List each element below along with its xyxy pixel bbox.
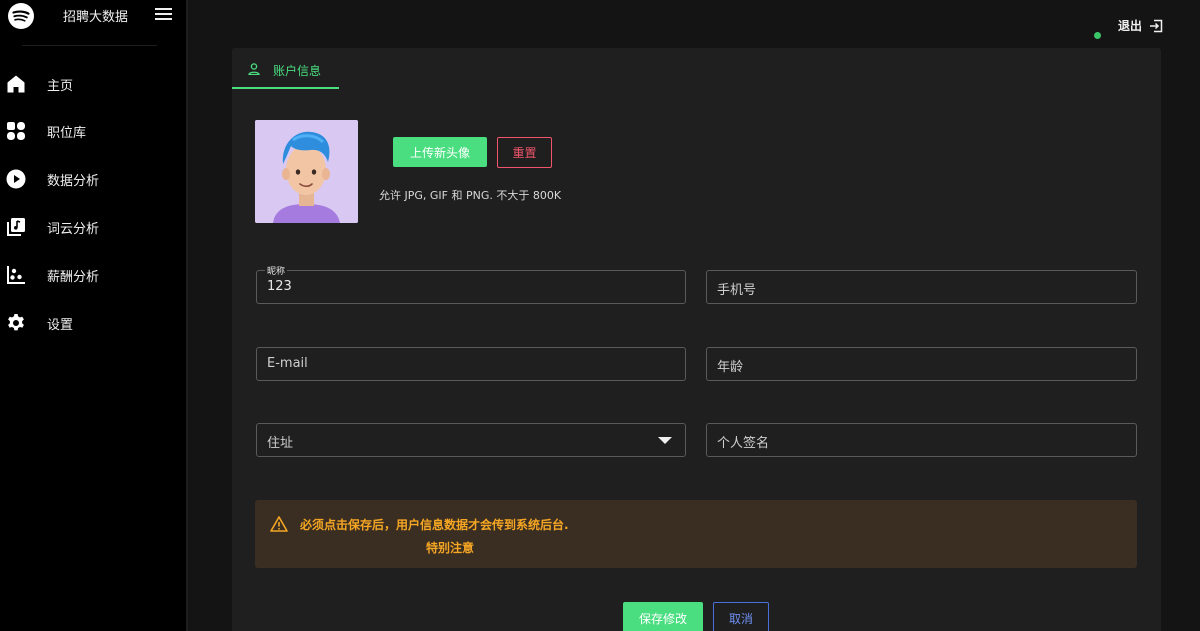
sidebar-item-home[interactable]: 主页 (0, 66, 186, 102)
signature-placeholder: 个人签名 (717, 436, 770, 451)
sidebar-item-label: 设置 (47, 317, 74, 333)
sidebar-item-salary[interactable]: 薪酬分析 (0, 257, 186, 293)
library-icon (7, 218, 25, 236)
tab-account-info[interactable]: 账户信息 (232, 48, 339, 90)
app-root: 招聘大数据 主页 职位库 数据分析 词云分析 薪酬分析 设置 退出 账户信息 上… (0, 0, 1200, 631)
nickname-value: 123 (267, 279, 292, 294)
nickname-label: 昵称 (265, 264, 288, 277)
reset-avatar-button[interactable]: 重置 (497, 137, 552, 168)
alert-message: 必须点击保存后，用户信息数据才会传到系统后台. (300, 518, 569, 532)
alert-note: 特别注意 (426, 541, 475, 555)
play-circle-icon (6, 169, 26, 189)
tab-label: 账户信息 (273, 64, 322, 78)
sidebar-item-jobs[interactable]: 职位库 (0, 113, 186, 149)
avatar (255, 120, 358, 223)
tab-active-indicator (232, 87, 339, 89)
grid-icon (7, 122, 25, 140)
sidebar-item-settings[interactable]: 设置 (0, 305, 186, 341)
sidebar-item-label: 主页 (47, 78, 74, 94)
sidebar-divider (22, 45, 157, 46)
sidebar-border (186, 0, 188, 631)
account-card: 账户信息 上传新头像 重置 允许 JPG, GIF 和 PNG. 不大于 800… (232, 48, 1161, 631)
sidebar-item-wordcloud[interactable]: 词云分析 (0, 209, 186, 245)
upload-hint: 允许 JPG, GIF 和 PNG. 不大于 800K (379, 189, 562, 202)
hamburger-menu-icon[interactable] (155, 8, 172, 22)
nickname-field[interactable]: 昵称 123 (256, 264, 686, 304)
warning-icon (270, 516, 288, 532)
home-icon (7, 75, 25, 93)
sidebar-item-label: 职位库 (47, 125, 87, 141)
signature-field[interactable]: 个人签名 (706, 423, 1137, 457)
address-select[interactable]: 住址 (256, 423, 686, 457)
warning-alert: 必须点击保存后，用户信息数据才会传到系统后台. 特别注意 (255, 500, 1137, 568)
scatter-icon (7, 266, 25, 284)
user-icon (248, 63, 260, 75)
phone-field[interactable]: 手机号 (706, 270, 1137, 304)
sidebar: 招聘大数据 主页 职位库 数据分析 词云分析 薪酬分析 设置 (0, 0, 186, 631)
phone-placeholder: 手机号 (717, 283, 757, 298)
online-status-dot (1094, 32, 1101, 39)
logout-button[interactable]: 退出 (1118, 17, 1163, 34)
age-field[interactable]: 年龄 (706, 347, 1137, 381)
upload-avatar-button[interactable]: 上传新头像 (393, 137, 487, 167)
sidebar-item-label: 数据分析 (47, 173, 100, 189)
cancel-button[interactable]: 取消 (713, 602, 769, 631)
avatar-illustration (255, 120, 358, 223)
sidebar-item-analytics[interactable]: 数据分析 (0, 161, 186, 197)
save-button[interactable]: 保存修改 (623, 602, 703, 631)
sidebar-item-label: 词云分析 (47, 221, 100, 237)
spotify-logo-icon[interactable] (7, 2, 35, 30)
email-placeholder: E-mail (267, 356, 308, 371)
logout-label: 退出 (1118, 19, 1143, 33)
chevron-down-icon (658, 437, 672, 444)
logout-icon (1150, 19, 1163, 32)
age-placeholder: 年龄 (717, 360, 744, 375)
gear-icon (8, 314, 24, 331)
app-title: 招聘大数据 (63, 10, 129, 25)
sidebar-item-label: 薪酬分析 (47, 269, 100, 285)
email-field[interactable]: E-mail (256, 347, 686, 381)
address-placeholder: 住址 (267, 436, 294, 451)
